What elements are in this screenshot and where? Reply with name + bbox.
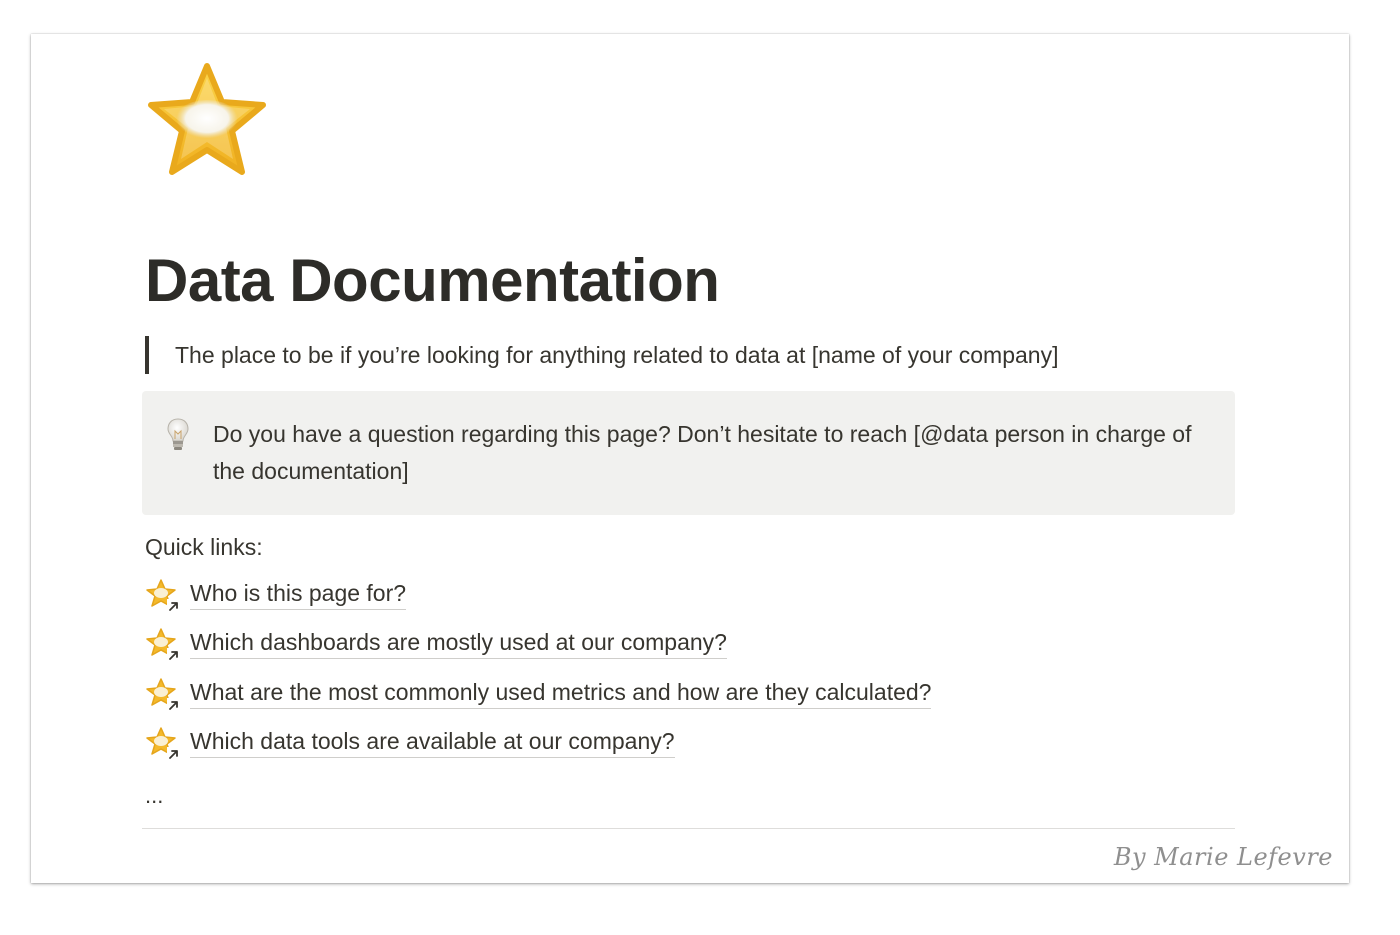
divider xyxy=(142,828,1235,829)
star-icon[interactable] xyxy=(145,62,269,178)
star-link-icon xyxy=(145,676,181,712)
star-link-icon xyxy=(145,725,181,761)
link-label: Which data tools are available at our co… xyxy=(190,725,675,758)
lightbulb-icon xyxy=(166,417,190,453)
callout-text: Do you have a question regarding this pa… xyxy=(213,421,1192,484)
ellipsis-text[interactable]: ... xyxy=(145,782,163,810)
author-signature: By Marie Lefevre xyxy=(1113,843,1333,871)
callout-block[interactable]: Do you have a question regarding this pa… xyxy=(142,391,1235,515)
quick-links-label: Quick links: xyxy=(145,534,263,560)
link-label: Which dashboards are mostly used at our … xyxy=(190,626,727,659)
star-link-icon xyxy=(145,577,181,613)
link-label: What are the most commonly used metrics … xyxy=(190,676,932,709)
link-label: Who is this page for? xyxy=(190,577,407,610)
quote-text: The place to be if you’re looking for an… xyxy=(175,342,1059,368)
page-title[interactable]: Data Documentation xyxy=(145,246,720,316)
star-link-icon xyxy=(145,626,181,662)
document-card: Data Documentation The place to be if yo… xyxy=(31,34,1349,883)
quote-block[interactable]: The place to be if you’re looking for an… xyxy=(145,336,1058,374)
